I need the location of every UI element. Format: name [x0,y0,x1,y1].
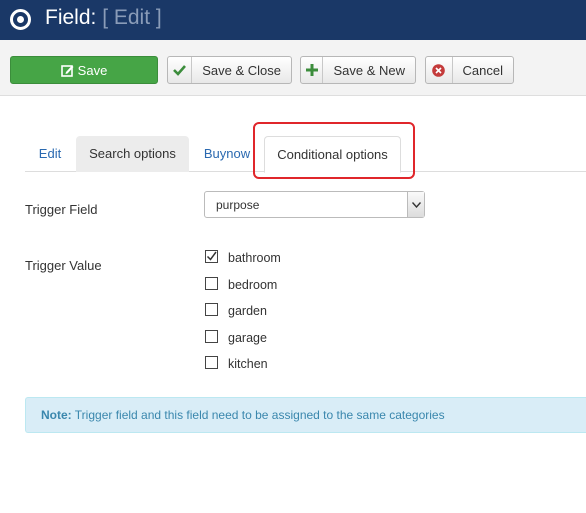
option-label-garden: garden [228,304,267,318]
trigger-field-value: purpose [216,198,260,212]
plus-icon [301,57,324,83]
checkbox-kitchen[interactable] [205,356,218,369]
tab-search-options[interactable]: Search options [76,136,189,172]
note-prefix: Note: [41,408,72,422]
option-label-bathroom: bathroom [228,251,281,265]
chevron-down-icon [407,192,424,217]
note-alert: Note: Trigger field and this field need … [25,397,586,433]
checkbox-bathroom[interactable] [205,250,218,263]
note-text: Note: Trigger field and this field need … [41,408,445,422]
option-label-kitchen: kitchen [228,357,268,371]
save-new-button[interactable]: Save & New [300,56,416,84]
option-label-garage: garage [228,331,267,345]
tab-buynow[interactable]: Buynow [195,136,259,172]
page-title-subtitle: [ Edit ] [102,6,162,29]
page-header: Field: [ Edit ] [0,0,586,40]
tab-edit[interactable]: Edit [25,136,75,172]
checkbox-bedroom[interactable] [205,277,218,290]
trigger-field-label: Trigger Field [25,202,98,217]
cancel-label: Cancel [462,62,503,78]
toolbar: Save Save & Close Save & New Cancel [0,40,586,96]
cancel-circle-icon [426,57,453,83]
page-title-text: Field: [45,6,97,29]
checkbox-garden[interactable] [205,303,218,316]
save-button[interactable]: Save [10,56,158,84]
checkmark-icon [206,251,217,261]
record-icon [10,9,31,30]
save-new-label: Save & New [333,62,405,78]
option-label-bedroom: bedroom [228,278,278,292]
trigger-field-select[interactable]: purpose [204,191,425,218]
edit-icon [60,64,74,77]
save-close-label: Save & Close [202,62,281,78]
save-close-button[interactable]: Save & Close [167,56,292,84]
highlight-annotation [253,122,415,179]
trigger-value-label: Trigger Value [25,258,102,273]
save-label: Save [77,62,108,78]
check-icon [168,57,193,83]
cancel-button[interactable]: Cancel [425,56,514,84]
page-title: Field: [ Edit ] [45,6,162,30]
note-message: Trigger field and this field need to be … [74,408,445,422]
checkbox-garage[interactable] [205,330,218,343]
